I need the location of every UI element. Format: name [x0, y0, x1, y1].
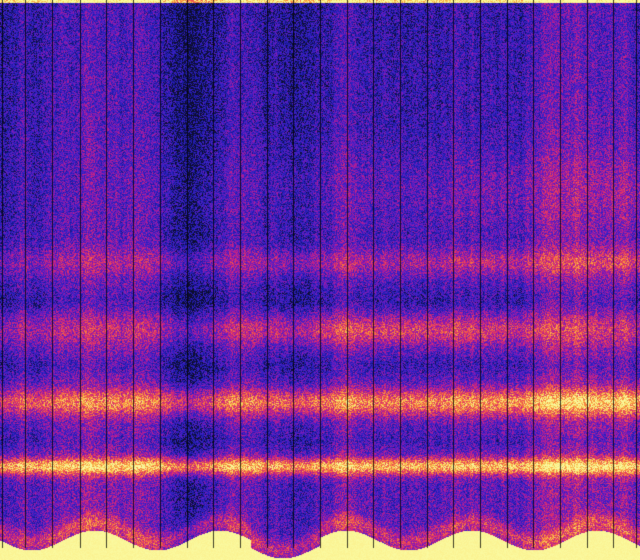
spectrogram-canvas	[0, 0, 640, 560]
spectrogram-image	[0, 0, 640, 560]
